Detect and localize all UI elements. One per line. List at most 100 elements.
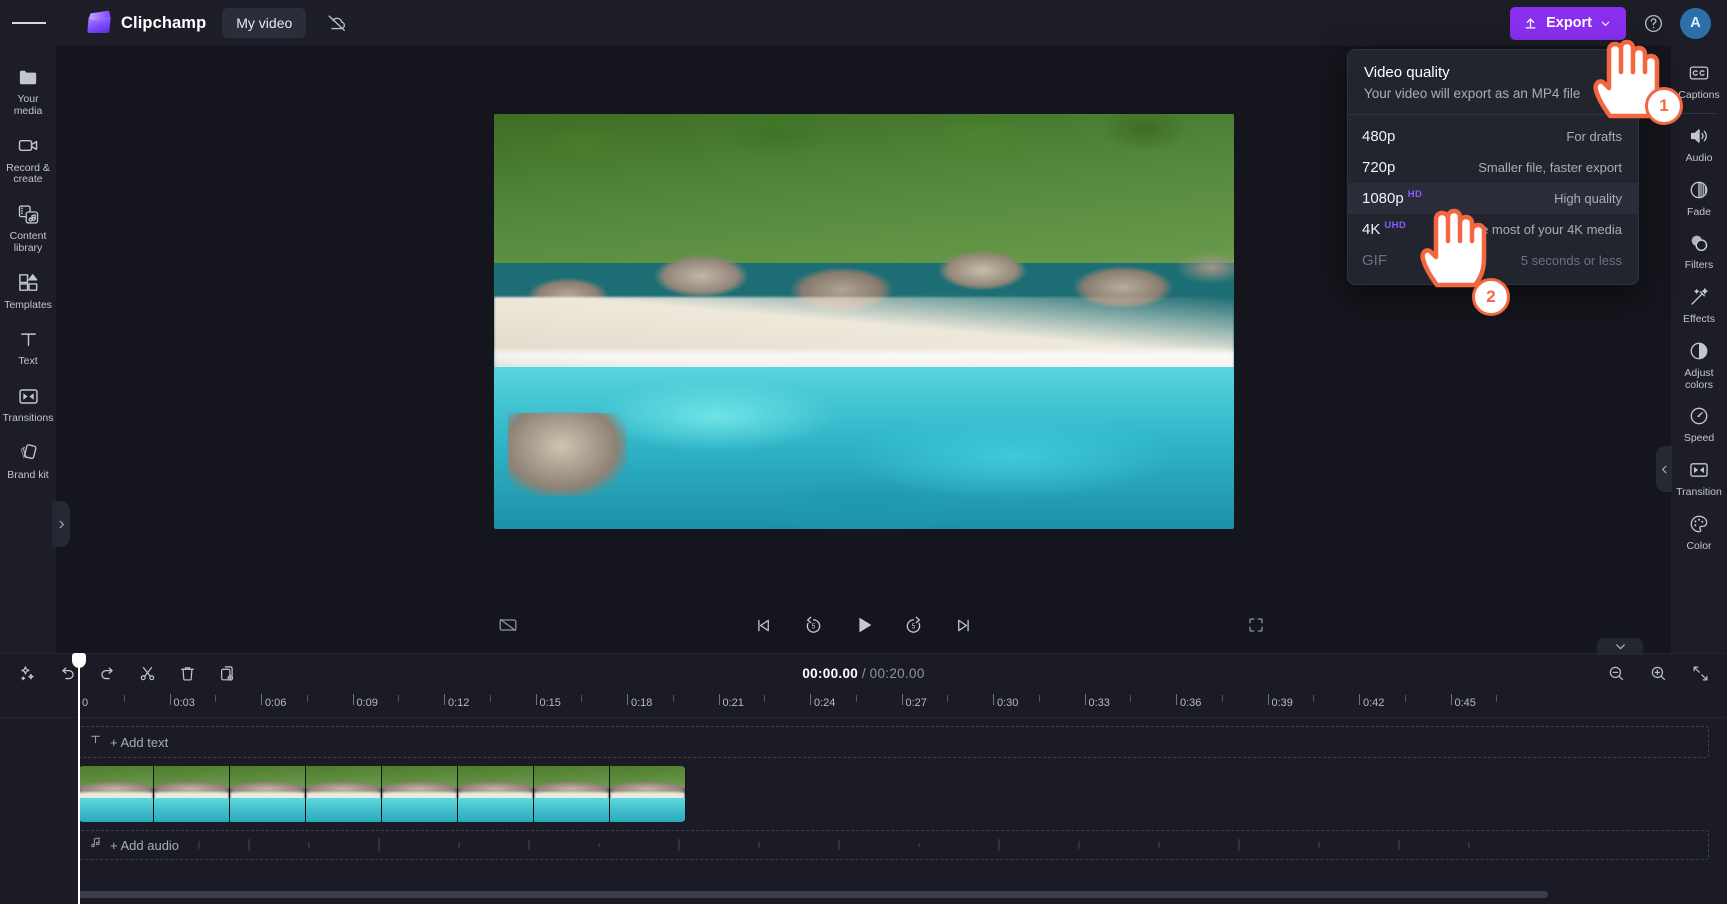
upload-arrow-icon: [1525, 17, 1536, 28]
clipchamp-editor: Clipchamp My video Export A Your media R…: [0, 0, 1727, 904]
avatar[interactable]: A: [1680, 7, 1711, 39]
duplicate-icon[interactable]: [214, 660, 240, 686]
quality-option-480p[interactable]: 480p For drafts: [1348, 121, 1638, 152]
chevron-down-icon: [1601, 21, 1610, 26]
cloud-off-icon[interactable]: [324, 10, 350, 36]
ruler-tick: [1038, 695, 1040, 702]
sidebar-item-record-create[interactable]: Record & create: [0, 125, 56, 194]
hide-timeline-button[interactable]: [1597, 638, 1643, 655]
sidebar-item-label: Content library: [9, 230, 47, 254]
expand-panel-button[interactable]: [52, 501, 70, 547]
play-button[interactable]: [849, 610, 879, 640]
video-clip[interactable]: [78, 766, 686, 822]
ruler-tick: [398, 695, 400, 702]
sidebar-item-audio[interactable]: Audio: [1671, 117, 1727, 171]
forward-5-icon[interactable]: 5: [899, 610, 929, 640]
add-text-label: + Add text: [110, 734, 169, 750]
brand-name: Clipchamp: [121, 13, 207, 32]
fade-circle-icon: [1687, 178, 1711, 202]
sidebar-item-transition[interactable]: Transition: [1671, 451, 1727, 505]
magic-ai-icon[interactable]: [14, 660, 40, 686]
sidebar-item-effects[interactable]: Effects: [1671, 278, 1727, 332]
zoom-in-icon[interactable]: [1645, 660, 1671, 686]
svg-text:5: 5: [912, 623, 916, 630]
add-text-track[interactable]: + Add text: [78, 726, 1709, 758]
skip-next-icon[interactable]: [949, 610, 979, 640]
time-ruler[interactable]: 0 0:03 0:06 0:09 0:12 0:15 0:18 0:21 0:24 0:27 0:3…: [0, 692, 1727, 718]
collapse-panel-button[interactable]: [1656, 446, 1672, 492]
timeline: 00:00.00 / 00:20.00 0 0:03 0:06 0:09 0:1…: [0, 638, 1727, 904]
add-audio-track[interactable]: + Add audio: [78, 830, 1709, 860]
dropdown-title: Video quality: [1364, 64, 1450, 81]
export-button[interactable]: Export: [1510, 6, 1626, 40]
ruler-label: 0:33: [1088, 697, 1110, 709]
hamburger-icon[interactable]: [12, 6, 46, 40]
ruler-tick: [947, 695, 949, 702]
sidebar-item-label: Adjust colors: [1684, 366, 1714, 391]
sidebar-item-label: Text: [18, 355, 38, 368]
ruler-label: 0:42: [1363, 697, 1385, 709]
option-label: 1080p: [1362, 190, 1404, 207]
quality-option-4k[interactable]: 4K UHD Make the most of your 4K media: [1348, 214, 1638, 245]
undo-icon[interactable]: [54, 660, 80, 686]
option-label: 720p: [1362, 159, 1396, 176]
quality-option-720p[interactable]: 720p Smaller file, faster export: [1348, 152, 1638, 183]
option-label: GIF: [1362, 252, 1387, 269]
split-scissors-icon[interactable]: [134, 660, 160, 686]
project-name-chip[interactable]: My video: [222, 8, 307, 38]
timecode-separator: /: [861, 665, 866, 681]
timeline-horizontal-scrollbar[interactable]: [78, 891, 1548, 898]
ruler-label: 0:45: [1454, 697, 1476, 709]
rewind-5-icon[interactable]: 5: [799, 610, 829, 640]
sidebar-item-filters[interactable]: Filters: [1671, 224, 1727, 278]
sidebar-item-templates[interactable]: Templates: [0, 262, 56, 319]
sidebar-item-label: Transitions: [2, 412, 54, 424]
svg-text:5: 5: [812, 623, 816, 630]
sidebar-item-label: Record & create: [6, 161, 50, 186]
brand-kit-icon: [16, 441, 40, 465]
sidebar-item-label: Color: [1686, 539, 1712, 552]
top-bar: Clipchamp My video Export A: [0, 0, 1727, 46]
ruler-tick: [1130, 695, 1132, 702]
sidebar-item-fade[interactable]: Fade: [1671, 171, 1727, 225]
chevron-left-icon: [1661, 465, 1666, 473]
chevron-right-icon: [59, 520, 64, 528]
sidebar-item-label: Effects: [1683, 313, 1715, 325]
zoom-out-icon[interactable]: [1603, 660, 1629, 686]
brand: Clipchamp: [87, 10, 207, 34]
add-audio-label: + Add audio: [110, 837, 180, 853]
sidebar-item-label: Speed: [1683, 432, 1715, 445]
sidebar-item-label: Audio: [1685, 151, 1713, 164]
captions-off-icon[interactable]: [493, 610, 523, 640]
video-preview[interactable]: [493, 114, 1234, 529]
ruler-label: 0:15: [539, 697, 561, 709]
text-t-icon: [89, 733, 102, 751]
playback-controls: 5 5: [56, 597, 1671, 653]
folder-icon: [16, 65, 40, 89]
text-t-icon: [16, 327, 40, 351]
sidebar-item-content-library[interactable]: Content library: [0, 193, 56, 262]
sidebar-item-adjust-colors[interactable]: Adjust colors: [1671, 332, 1727, 398]
redo-icon[interactable]: [94, 660, 120, 686]
magic-wand-icon: [1687, 285, 1711, 309]
ruler-label: 0:27: [905, 697, 927, 709]
sidebar-item-label: Filters: [1684, 259, 1714, 272]
dropdown-header: Video quality Your video will export as …: [1348, 50, 1638, 115]
sidebar-item-label: Fade: [1687, 205, 1711, 218]
fit-to-screen-icon[interactable]: [1687, 660, 1713, 686]
delete-trash-icon[interactable]: [174, 660, 200, 686]
sidebar-item-speed[interactable]: Speed: [1671, 397, 1727, 451]
sidebar-item-brand-kit[interactable]: Brand kit: [0, 432, 56, 489]
ruler-tick: [1313, 695, 1315, 702]
question-circle-icon[interactable]: [1640, 10, 1666, 36]
sidebar-item-your-media[interactable]: Your media: [0, 56, 56, 125]
quality-option-1080p[interactable]: 1080p HD High quality: [1348, 183, 1638, 214]
fullscreen-icon[interactable]: [1241, 610, 1271, 640]
sidebar-item-color[interactable]: Color: [1671, 505, 1727, 559]
sidebar-item-label: Transition: [1676, 486, 1722, 498]
ruler-label: 0:24: [814, 697, 836, 709]
skip-previous-icon[interactable]: [749, 610, 779, 640]
sidebar-item-label: Captions: [1678, 89, 1720, 101]
sidebar-item-text[interactable]: Text: [0, 318, 56, 375]
sidebar-item-transitions[interactable]: Transitions: [0, 375, 56, 432]
